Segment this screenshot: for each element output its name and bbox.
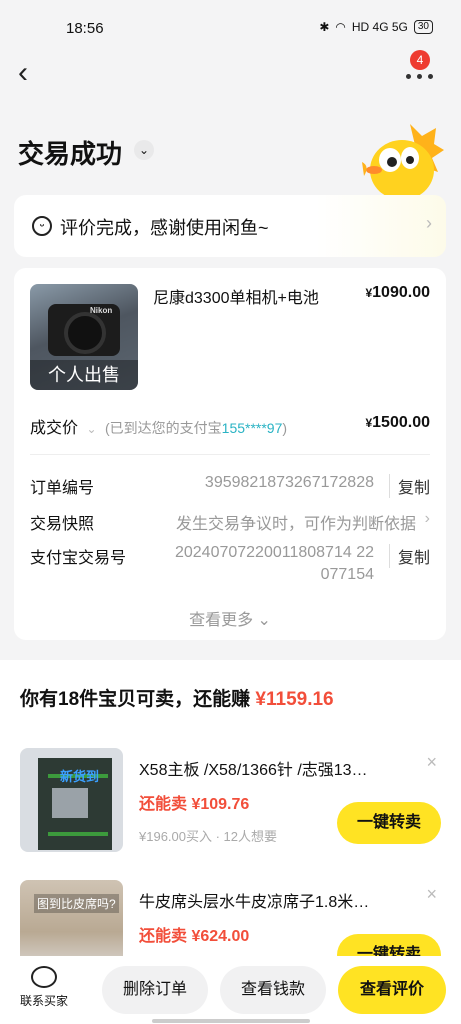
image-tag: 图到比皮席吗? <box>34 894 119 913</box>
divider <box>30 454 430 455</box>
see-more-button[interactable]: 查看更多 ⌄ <box>14 606 446 630</box>
signal-indicators: HD 4G 5G <box>351 20 408 34</box>
alipay-trade-value-line2: 077154 <box>320 566 374 583</box>
contact-buyer-label: 联系买家 <box>19 994 68 1008</box>
product-price-value: 1090.00 <box>372 284 430 301</box>
resell-button[interactable]: 一键转卖 <box>337 802 441 844</box>
chevron-down-icon[interactable]: ⌄ <box>134 140 154 160</box>
smile-icon: ᵕ <box>32 216 52 236</box>
order-card: Nikon 个人出售 尼康d3300单相机+电池 ¥1090.00 成交价 ⌄ … <box>14 268 446 640</box>
wifi-icon: ◠ <box>335 20 346 34</box>
chevron-down-icon: ⌄ <box>257 612 271 629</box>
item-resell-price: 还能卖 ¥624.00 <box>139 928 250 945</box>
resell-headline: 你有18件宝贝可卖，还能赚 ¥1159.16 <box>20 684 334 711</box>
close-icon[interactable]: × <box>426 884 437 905</box>
alipay-phone: 155****97 <box>221 420 283 436</box>
status-time: 18:56 <box>66 20 104 37</box>
item-image[interactable]: 新货到 <box>20 748 123 852</box>
item-name: X58主板 /X58/1366针 /志强13… <box>139 762 368 779</box>
copy-alipay-trade-button[interactable]: 复制 <box>388 544 430 568</box>
close-icon[interactable]: × <box>426 752 437 773</box>
view-review-button[interactable]: 查看评价 <box>338 966 446 1014</box>
deal-price: ¥1500.00 <box>365 414 430 431</box>
chevron-down-icon[interactable]: ⌄ <box>86 422 96 436</box>
alipay-trade-row: 支付宝交易号 20240707220011808714 22 077154 复制 <box>30 544 430 588</box>
resell-headline-text: 你有18件宝贝可卖，还能赚 <box>20 689 251 710</box>
mascot-fish-icon <box>362 124 444 200</box>
deal-row: 成交价 ⌄ (已到达您的支付宝155****97) ¥1500.00 <box>30 414 430 437</box>
status-bar: 18:56 ✱ ◠ HD 4G 5G 30 <box>0 0 461 60</box>
alipay-trade-label: 支付宝交易号 <box>30 550 127 567</box>
review-text: 评价完成，感谢使用闲鱼~ <box>60 218 269 238</box>
deal-price-value: 1500.00 <box>372 414 430 431</box>
review-banner[interactable]: ᵕ 评价完成，感谢使用闲鱼~ › <box>14 195 446 257</box>
notification-badge: 4 <box>410 50 430 70</box>
item-name: 牛皮席头层水牛皮凉席子1.8米… <box>139 894 370 911</box>
chevron-right-icon: › <box>424 510 430 527</box>
camera-lens <box>64 312 106 354</box>
delete-order-button[interactable]: 删除订单 <box>102 966 208 1014</box>
product-price: ¥1090.00 <box>365 284 430 301</box>
chat-icon <box>31 966 57 988</box>
resell-headline-amount: ¥1159.16 <box>255 689 334 710</box>
order-number-value: 3959821873267172828 <box>204 474 374 491</box>
image-label: 个人出售 <box>30 360 138 390</box>
snapshot-value: 发生交易争议时，可作为判断依据 <box>175 516 416 533</box>
product-name[interactable]: 尼康d3300单相机+电池 <box>153 284 319 308</box>
home-indicator <box>152 1019 310 1023</box>
alipay-trade-value-line1: 20240707220011808714 22 <box>174 544 374 561</box>
deal-note: (已到达您的支付宝155****97) <box>104 420 288 436</box>
status-icons: ✱ ◠ HD 4G 5G 30 <box>319 20 433 34</box>
item-resell-price: 还能卖 ¥109.76 <box>139 796 250 813</box>
view-money-button[interactable]: 查看钱款 <box>220 966 326 1014</box>
camera-brand: Nikon <box>90 306 113 315</box>
resell-item[interactable]: 新货到 X58主板 /X58/1366针 /志强13… × 还能卖 ¥109.7… <box>20 748 441 852</box>
order-number-label: 订单编号 <box>30 480 95 497</box>
image-tag: 新货到 <box>60 769 100 784</box>
product-image[interactable]: Nikon 个人出售 <box>30 284 138 390</box>
snapshot-label: 交易快照 <box>30 516 95 533</box>
back-icon[interactable]: ‹ <box>18 58 28 88</box>
chevron-right-icon: › <box>426 213 432 233</box>
bluetooth-icon: ✱ <box>319 20 330 34</box>
more-menu-icon[interactable] <box>406 70 436 80</box>
deal-label: 成交价 <box>30 420 79 437</box>
copy-order-number-button[interactable]: 复制 <box>388 474 430 498</box>
battery-icon: 30 <box>413 20 433 34</box>
item-meta: ¥196.00买入 · 12人想要 <box>139 829 278 844</box>
contact-buyer-button[interactable]: 联系买家 <box>16 966 72 1009</box>
page-title: 交易成功 <box>18 139 123 169</box>
bottom-action-bar: 联系买家 删除订单 查看钱款 查看评价 <box>0 956 461 1024</box>
